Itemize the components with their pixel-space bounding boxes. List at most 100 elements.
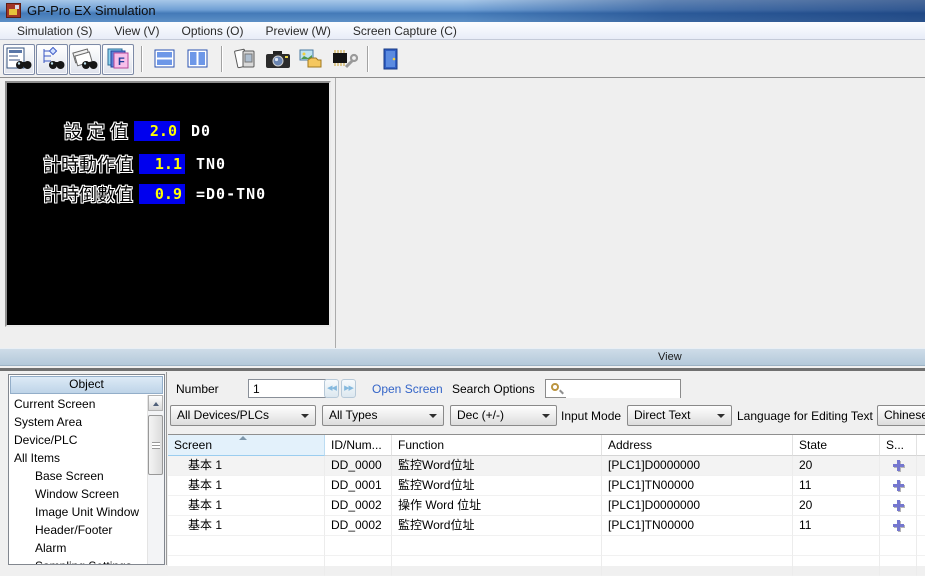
column-header-address[interactable]: Address (602, 435, 793, 456)
types-filter-dropdown[interactable]: All Types (322, 405, 444, 426)
scroll-up-button[interactable] (148, 395, 163, 411)
cell-function: 監控Word位址 (392, 456, 602, 476)
jump-to-screen-icon (892, 519, 905, 532)
cell-screen: 基本 1 (168, 516, 325, 536)
devices-filter-dropdown[interactable]: All Devices/PLCs (170, 405, 316, 426)
cell-screen: 基本 1 (168, 496, 325, 516)
input-mode-value: Direct Text (634, 408, 690, 422)
table-row[interactable]: 基本 1 DD_0002 操作 Word 位址 [PLC1]D0000000 2… (168, 496, 925, 516)
types-filter-value: All Types (329, 408, 377, 422)
menu-bar: Simulation (S) View (V) Options (O) Prev… (0, 22, 925, 40)
save-image-button[interactable] (295, 44, 327, 75)
cell-address: [PLC1]D0000000 (602, 456, 793, 476)
table-row[interactable]: 基本 1 DD_0001 監控Word位址 [PLC1]TN00000 11 (168, 476, 925, 496)
menu-view[interactable]: View (V) (103, 22, 170, 40)
cell-id: DD_0002 (325, 496, 392, 516)
toolbar: F (0, 41, 925, 78)
previous-screen-button[interactable]: ◀◀ (324, 379, 339, 398)
transfer-display-icon (232, 47, 258, 71)
camera-icon (264, 47, 292, 71)
table-row-empty (168, 556, 925, 576)
split-horizontal-icon (153, 48, 177, 70)
timer-current-address: TN0 (196, 155, 226, 173)
screen-capture-button[interactable] (262, 44, 294, 75)
column-header-state[interactable]: State (793, 435, 880, 456)
cell-jump[interactable] (880, 516, 917, 536)
object-item-current-screen[interactable]: Current Screen (9, 395, 164, 413)
menu-simulation[interactable]: Simulation (S) (6, 22, 103, 40)
cell-function: 監控Word位址 (392, 476, 602, 496)
table-row[interactable]: 基本 1 DD_0002 監控Word位址 [PLC1]TN00000 11 (168, 516, 925, 536)
screen-number-input[interactable] (248, 379, 326, 398)
open-screen-link[interactable]: Open Screen (372, 382, 443, 396)
app-icon (6, 3, 21, 18)
column-header-screen[interactable]: Screen (168, 435, 325, 456)
object-item-system-area[interactable]: System Area (9, 413, 164, 431)
format-filter-dropdown[interactable]: Dec (+/-) (450, 405, 557, 426)
timer-current-display[interactable]: 1.1 (139, 154, 185, 174)
jump-to-screen-icon (892, 479, 905, 492)
column-header-id[interactable]: ID/Num... (325, 435, 392, 456)
column-header-s[interactable]: S... (880, 435, 917, 456)
device-watch-button[interactable] (69, 44, 101, 75)
panel-divider (166, 372, 167, 565)
split-horizontal-button[interactable] (149, 44, 181, 75)
next-screen-button[interactable]: ▶▶ (341, 379, 356, 398)
language-label: Language for Editing Text (737, 409, 873, 423)
object-item-alarm[interactable]: Alarm (9, 539, 164, 557)
sim-row-timer-current: 計時動作值 1.1 TN0 (37, 154, 226, 174)
column-header-function[interactable]: Function (392, 435, 602, 456)
cell-function: 監控Word位址 (392, 516, 602, 536)
parts-list-watch-icon (6, 47, 32, 71)
table-row-empty (168, 536, 925, 556)
search-input[interactable] (566, 381, 680, 398)
object-item-image-unit-window[interactable]: Image Unit Window (9, 503, 164, 521)
pane-splitter[interactable] (0, 368, 925, 371)
object-list: Current Screen System Area Device/PLC Al… (9, 395, 164, 565)
language-dropdown[interactable]: Chinese ( (877, 405, 925, 426)
menu-screen-capture[interactable]: Screen Capture (C) (342, 22, 468, 40)
set-value-display[interactable]: 2.0 (134, 121, 180, 141)
feature-screens-button[interactable]: F (102, 44, 134, 75)
parts-list-watch-button[interactable] (3, 44, 35, 75)
sim-window-edge (335, 78, 336, 348)
cell-address: [PLC1]TN00000 (602, 516, 793, 536)
object-item-sampling-settings[interactable]: Sampling Settings (9, 557, 164, 565)
toolbar-separator (367, 46, 369, 72)
jump-to-screen-icon (892, 459, 905, 472)
object-item-header-footer[interactable]: Header/Footer (9, 521, 164, 539)
object-item-base-screen[interactable]: Base Screen (9, 467, 164, 485)
chip-wrench-icon (330, 47, 358, 71)
exit-simulation-button[interactable] (375, 44, 407, 75)
cell-state: 20 (793, 456, 880, 476)
search-field[interactable] (545, 379, 681, 398)
cell-jump[interactable] (880, 476, 917, 496)
scrollbar-thumb[interactable] (148, 415, 163, 475)
search-options-label: Search Options (452, 382, 535, 396)
view-pane-title: View (658, 351, 682, 363)
object-item-all-items[interactable]: All Items (9, 449, 164, 467)
table-row[interactable]: 基本 1 DD_0000 監控Word位址 [PLC1]D0000000 20 (168, 456, 925, 476)
timer-countdown-display[interactable]: 0.9 (139, 184, 185, 204)
view-pane-titlebar[interactable]: View (0, 348, 925, 366)
device-maintenance-button[interactable] (328, 44, 360, 75)
sim-row-timer-countdown: 計時倒數值 0.9 =D0-TN0 (37, 184, 266, 204)
cell-function: 操作 Word 位址 (392, 496, 602, 516)
menu-preview[interactable]: Preview (W) (255, 22, 342, 40)
cell-screen: 基本 1 (168, 476, 325, 496)
menu-options[interactable]: Options (O) (170, 22, 254, 40)
cell-address: [PLC1]TN00000 (602, 476, 793, 496)
object-item-window-screen[interactable]: Window Screen (9, 485, 164, 503)
input-mode-dropdown[interactable]: Direct Text (627, 405, 732, 426)
address-tree-watch-icon (39, 47, 65, 71)
cell-state: 20 (793, 496, 880, 516)
transfer-display-button[interactable] (229, 44, 261, 75)
object-list-scrollbar[interactable] (147, 395, 164, 565)
address-tree-watch-button[interactable] (36, 44, 68, 75)
split-vertical-button[interactable] (182, 44, 214, 75)
jump-to-screen-icon (892, 499, 905, 512)
cell-jump[interactable] (880, 456, 917, 476)
cell-jump[interactable] (880, 496, 917, 516)
object-item-device-plc[interactable]: Device/PLC (9, 431, 164, 449)
exit-door-icon (379, 47, 403, 71)
